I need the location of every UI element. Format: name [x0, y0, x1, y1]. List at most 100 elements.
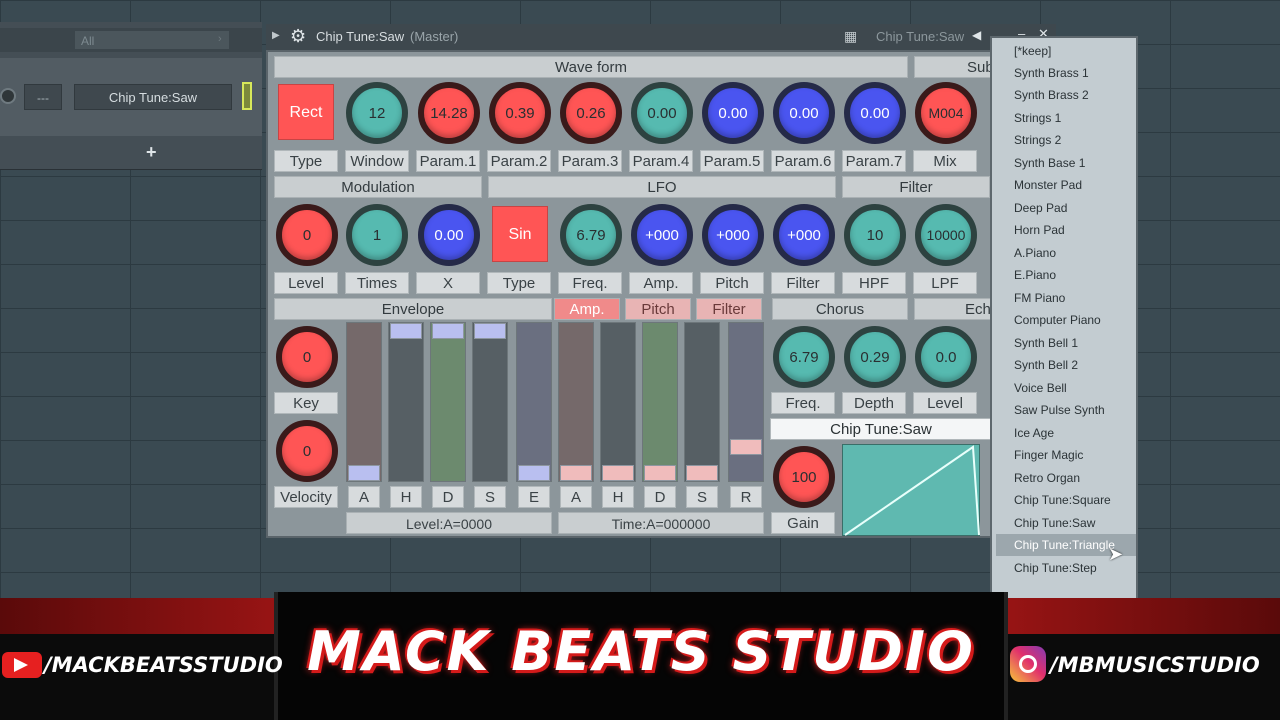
menu-item-chip-tune-square[interactable]: Chip Tune:Square	[1012, 489, 1138, 511]
menu-item-saw-pulse-synth[interactable]: Saw Pulse Synth	[1012, 399, 1138, 421]
mix-knob[interactable]: M004	[915, 82, 977, 144]
chorus-level-knob[interactable]: 0.0	[915, 326, 977, 388]
tab-amp[interactable]: Amp.	[554, 298, 620, 320]
fader-time-a[interactable]	[558, 322, 594, 482]
param6-knob[interactable]: 0.00	[773, 82, 835, 144]
wave-type-button[interactable]: Rect	[278, 84, 334, 140]
menu-item-deep-pad[interactable]: Deep Pad	[1012, 197, 1138, 219]
fader-time-d[interactable]	[642, 322, 678, 482]
param4-knob[interactable]: 0.00	[631, 82, 693, 144]
label-type: Type	[274, 150, 338, 172]
preset-name[interactable]: Chip Tune:Saw	[876, 29, 964, 44]
menu-item-strings-2[interactable]: Strings 2	[1012, 129, 1138, 151]
fader-label-h: H	[390, 486, 422, 508]
lfo-filter-knob[interactable]: +000	[773, 204, 835, 266]
menu-item-synth-brass-1[interactable]: Synth Brass 1	[1012, 62, 1138, 84]
mixer-track-button[interactable]: ---	[24, 84, 62, 110]
prev-preset-icon[interactable]: ◀	[972, 28, 981, 42]
label-lfo-filter: Filter	[771, 272, 835, 294]
fader-level-s[interactable]	[472, 322, 508, 482]
key-knob[interactable]: 0	[276, 326, 338, 388]
menu-item-synth-brass-2[interactable]: Synth Brass 2	[1012, 84, 1138, 106]
label-lfo-type: Type	[487, 272, 551, 294]
chorus-depth-knob[interactable]: 0.29	[844, 326, 906, 388]
channel-volume-knob[interactable]	[0, 88, 16, 104]
param3-knob[interactable]: 0.26	[560, 82, 622, 144]
lfo-amp-knob[interactable]: +000	[631, 204, 693, 266]
param5-knob[interactable]: 0.00	[702, 82, 764, 144]
chevron-right-icon: ›	[218, 33, 222, 45]
menu-item-chip-tune-saw[interactable]: Chip Tune:Saw	[1012, 512, 1138, 534]
label-x: X	[416, 272, 480, 294]
label-velocity: Velocity	[274, 486, 338, 508]
menu-item-keep[interactable]: [*keep]	[1012, 40, 1138, 62]
menu-item-computer-piano[interactable]: Computer Piano	[1012, 309, 1138, 331]
menu-item-horn-pad[interactable]: Horn Pad	[1012, 219, 1138, 241]
label-param2: Param.2	[487, 150, 551, 172]
param7-knob[interactable]: 0.00	[844, 82, 906, 144]
hpf-knob[interactable]: 10	[844, 204, 906, 266]
section-filter: Filter	[842, 176, 990, 198]
mod-times-knob[interactable]: 1	[346, 204, 408, 266]
section-echo: Ech	[914, 298, 994, 320]
menu-item-fm-piano[interactable]: FM Piano	[1012, 287, 1138, 309]
youtube-play-icon	[14, 658, 28, 672]
plugin-title-bar[interactable]: ▶ ⚙ Chip Tune:Saw (Master) ▦ Chip Tune:S…	[266, 24, 1056, 50]
label-chorus-level: Level	[913, 392, 977, 414]
menu-item-e-piano[interactable]: E.Piano	[1012, 264, 1138, 286]
menu-item-finger-magic[interactable]: Finger Magic	[1012, 444, 1138, 466]
menu-item-synth-base-1[interactable]: Synth Base 1	[1012, 152, 1138, 174]
add-channel-button[interactable]: +	[146, 142, 157, 163]
lpf-knob[interactable]: 10000	[915, 204, 977, 266]
param2-knob[interactable]: 0.39	[489, 82, 551, 144]
channel-filter-select[interactable]: All	[74, 30, 230, 50]
fader-level-h[interactable]	[388, 322, 424, 482]
label-param5: Param.5	[700, 150, 764, 172]
lfo-pitch-knob[interactable]: +000	[702, 204, 764, 266]
menu-item-a-piano[interactable]: A.Piano	[1012, 242, 1138, 264]
keyboard-icon[interactable]: ▦	[844, 28, 857, 45]
label-level: Level	[274, 272, 338, 294]
play-arrow-icon[interactable]: ▶	[272, 30, 280, 41]
fader-level-a[interactable]	[346, 322, 382, 482]
fader-time-r[interactable]	[728, 322, 764, 482]
mouse-cursor-icon: ➤	[1108, 544, 1124, 564]
menu-item-retro-organ[interactable]: Retro Organ	[1012, 467, 1138, 489]
lfo-type-button[interactable]: Sin	[492, 206, 548, 262]
tab-filter[interactable]: Filter	[696, 298, 762, 320]
gear-icon[interactable]: ⚙	[290, 26, 306, 47]
menu-item-monster-pad[interactable]: Monster Pad	[1012, 174, 1138, 196]
menu-item-synth-bell-1[interactable]: Synth Bell 1	[1012, 332, 1138, 354]
mod-x-knob[interactable]: 0.00	[418, 204, 480, 266]
gain-knob[interactable]: 100	[773, 446, 835, 508]
label-times: Times	[345, 272, 409, 294]
menu-item-ice-age[interactable]: Ice Age	[1012, 422, 1138, 444]
channel-select-led[interactable]	[242, 82, 252, 110]
fader-time-s[interactable]	[684, 322, 720, 482]
preset-display: Chip Tune:Saw	[770, 418, 992, 440]
fader-label-d: D	[432, 486, 464, 508]
section-chorus: Chorus	[772, 298, 908, 320]
fader-level-e[interactable]	[516, 322, 552, 482]
fader-level-d[interactable]	[430, 322, 466, 482]
preset-menu: [*keep] Synth Brass 1 Synth Brass 2 Stri…	[990, 36, 1138, 602]
fader-time-h[interactable]	[600, 322, 636, 482]
tab-pitch[interactable]: Pitch	[625, 298, 691, 320]
label-param3: Param.3	[558, 150, 622, 172]
label-lfo-amp: Amp.	[629, 272, 693, 294]
menu-item-voice-bell[interactable]: Voice Bell	[1012, 377, 1138, 399]
lfo-freq-knob[interactable]: 6.79	[560, 204, 622, 266]
instagram-handle: /MBMUSICSTUDIO	[1050, 653, 1260, 677]
label-chorus-freq: Freq.	[771, 392, 835, 414]
param1-knob[interactable]: 14.28	[418, 82, 480, 144]
fader-label-s2: S	[686, 486, 718, 508]
menu-item-strings-1[interactable]: Strings 1	[1012, 107, 1138, 129]
window-knob[interactable]: 12	[346, 82, 408, 144]
velocity-knob[interactable]: 0	[276, 420, 338, 482]
chorus-freq-knob[interactable]: 6.79	[773, 326, 835, 388]
instagram-camera-icon	[1019, 655, 1037, 673]
menu-item-synth-bell-2[interactable]: Synth Bell 2	[1012, 354, 1138, 376]
mod-level-knob[interactable]: 0	[276, 204, 338, 266]
brand-title: MACK BEATS STUDIO	[307, 620, 975, 683]
channel-name-button[interactable]: Chip Tune:Saw	[74, 84, 232, 110]
